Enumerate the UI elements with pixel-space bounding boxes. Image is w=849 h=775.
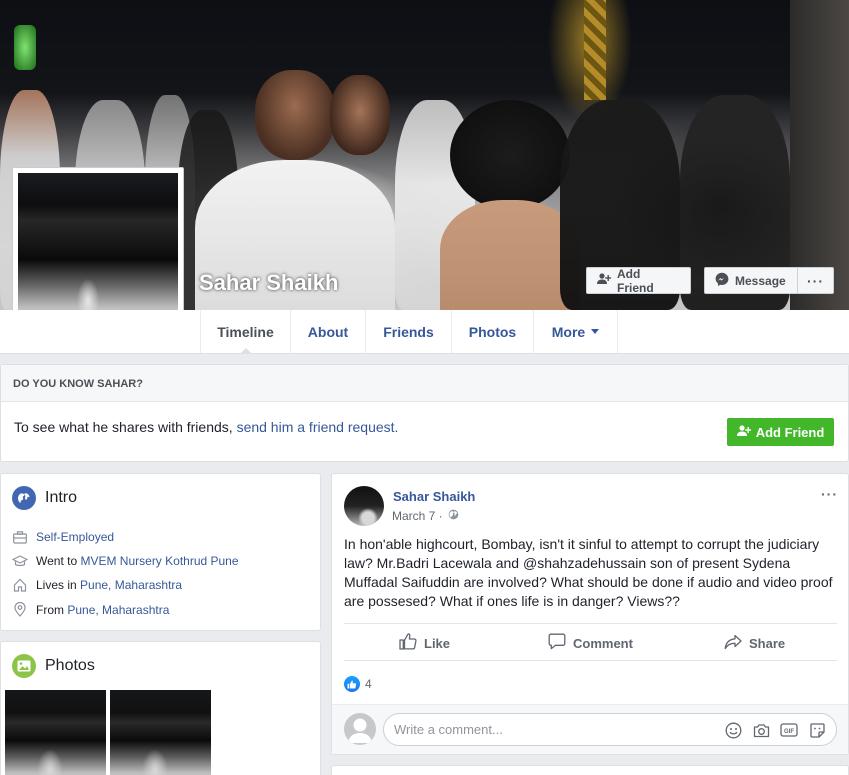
intro-item-education: Went to MVEM Nursery Kothrud Pune xyxy=(12,554,239,568)
intro-item-prefix: Lives in xyxy=(36,578,81,592)
cover-more-button[interactable]: ··· xyxy=(797,267,834,294)
add-friend-icon xyxy=(736,424,751,440)
post-text: In hon'able highcourt, Bombay, isn't it … xyxy=(344,536,833,609)
tab-photos[interactable]: Photos xyxy=(452,310,534,353)
share-button[interactable]: Share xyxy=(724,624,785,662)
prompt-add-friend-label: Add Friend xyxy=(755,424,825,440)
like-label: Like xyxy=(424,635,451,651)
prompt-text: To see what he shares with friends, send… xyxy=(14,419,398,435)
tab-more-label: More xyxy=(551,323,586,340)
profile-picture-image xyxy=(18,173,178,331)
profile-tab-bar: Timeline About Friends Photos More xyxy=(0,310,849,354)
post-action-bar: Like Comment Share xyxy=(344,623,837,661)
comment-button[interactable]: Comment xyxy=(548,624,633,662)
intro-card: Intro Self-Employed Went to MVEM Nursery… xyxy=(0,473,321,631)
cover-lamp xyxy=(14,25,36,70)
reaction-summary[interactable]: 4 xyxy=(344,676,372,692)
photos-card: Photos xyxy=(0,641,321,775)
cover-figure xyxy=(450,100,570,210)
share-label: Share xyxy=(749,635,786,651)
thumbs-up-icon xyxy=(399,633,417,653)
intro-item-work: Self-Employed xyxy=(12,530,114,544)
photos-icon xyxy=(12,654,36,678)
comment-bubble-icon xyxy=(548,633,566,653)
graduation-cap-icon xyxy=(12,554,28,568)
prompt-text-prefix: To see what he shares with friends, xyxy=(14,419,237,435)
location-pin-icon xyxy=(12,602,28,617)
profile-name[interactable]: Sahar Shaikh xyxy=(199,270,338,296)
photo-thumbnail[interactable] xyxy=(5,690,106,775)
tab-about[interactable]: About xyxy=(291,310,366,353)
globe-icon xyxy=(12,486,36,510)
photos-title: Photos xyxy=(45,657,95,674)
prompt-header: DO YOU KNOW SAHAR? xyxy=(1,365,848,402)
tab-more[interactable]: More xyxy=(534,310,618,353)
friend-request-link[interactable]: send him a friend request. xyxy=(237,419,399,435)
public-globe-icon xyxy=(448,509,459,523)
intro-link-from[interactable]: Pune, Maharashtra xyxy=(67,603,169,617)
add-friend-icon xyxy=(597,273,612,288)
intro-item-from: From Pune, Maharashtra xyxy=(12,602,169,617)
cover-edge xyxy=(790,0,849,310)
reaction-count: 4 xyxy=(365,677,372,691)
post-author-name[interactable]: Sahar Shaikh xyxy=(393,489,475,504)
prompt-add-friend-button[interactable]: Add Friend xyxy=(727,418,834,446)
friend-request-prompt: DO YOU KNOW SAHAR? To see what he shares… xyxy=(0,364,849,462)
cover-pillar xyxy=(584,0,606,100)
next-post-card xyxy=(331,765,849,775)
intro-link-lives-in[interactable]: Pune, Maharashtra xyxy=(80,578,182,592)
intro-title: Intro xyxy=(45,489,78,506)
home-icon xyxy=(12,578,28,592)
post-author-avatar[interactable] xyxy=(344,486,384,526)
cover-figure xyxy=(440,200,580,310)
cover-add-friend-button[interactable]: Add Friend xyxy=(586,266,691,295)
like-button[interactable]: Like xyxy=(399,624,450,662)
post-card: Sahar Shaikh March 7 · ··· In hon'able h… xyxy=(331,473,849,755)
intro-link-education[interactable]: MVEM Nursery Kothrud Pune xyxy=(80,554,238,568)
svg-text:GIF: GIF xyxy=(784,729,794,735)
comment-composer: GIF xyxy=(332,704,848,754)
tab-friends[interactable]: Friends xyxy=(366,310,452,353)
tab-timeline[interactable]: Timeline xyxy=(200,310,291,354)
briefcase-icon xyxy=(12,530,28,544)
cover-add-friend-label: Add Friend xyxy=(617,266,654,295)
sticker-icon[interactable] xyxy=(808,721,826,739)
intro-link-work[interactable]: Self-Employed xyxy=(36,530,114,544)
emoji-icon[interactable] xyxy=(724,721,742,739)
post-meta: March 7 · xyxy=(392,509,459,523)
comment-label: Comment xyxy=(573,635,633,651)
intro-item-prefix: From xyxy=(36,602,68,617)
gif-icon[interactable]: GIF xyxy=(780,721,798,739)
post-date[interactable]: March 7 · xyxy=(392,509,443,523)
share-arrow-icon xyxy=(724,634,742,653)
camera-icon[interactable] xyxy=(752,721,770,739)
messenger-icon xyxy=(715,272,729,289)
message-label: Message xyxy=(735,273,786,288)
like-reaction-icon xyxy=(344,676,360,692)
intro-item-prefix: Went to xyxy=(36,554,81,568)
photo-thumbnail[interactable] xyxy=(110,690,211,775)
message-button[interactable]: Message xyxy=(704,267,798,294)
cover-figure xyxy=(330,75,390,155)
cover-figure xyxy=(255,70,335,160)
caret-down-icon xyxy=(591,329,600,338)
post-options-button[interactable]: ··· xyxy=(821,486,838,502)
viewer-avatar xyxy=(344,713,376,745)
intro-item-lives-in: Lives in Pune, Maharashtra xyxy=(12,578,182,592)
